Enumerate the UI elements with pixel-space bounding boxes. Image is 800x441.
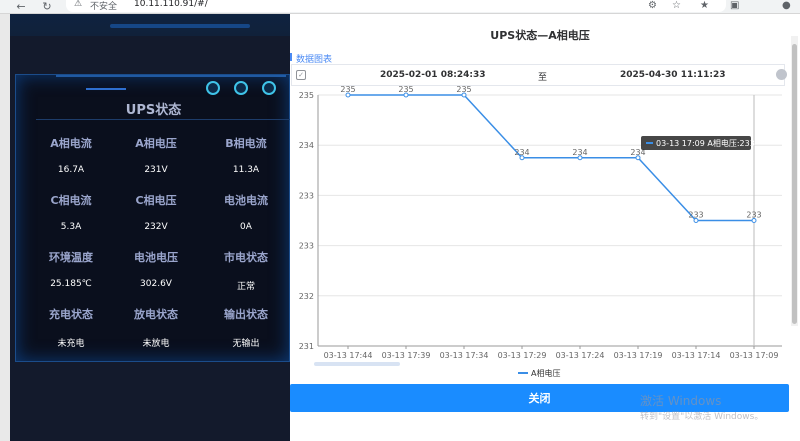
windows-watermark-hint: 转到"设置"以激活 Windows。: [640, 412, 764, 422]
data-label: 235: [456, 86, 471, 94]
url-text[interactable]: 10.11.110.91/#/: [134, 0, 208, 9]
line-chart[interactable]: 235 234 233 233 232 231 03-13 17:44 03-13 17:39…: [290, 86, 790, 382]
header-bar: [110, 24, 250, 28]
data-label: 235: [398, 86, 413, 94]
extension-icon[interactable]: ⚙: [648, 0, 657, 12]
bookmark-icon[interactable]: ☆: [672, 0, 681, 12]
label-env-temp: 环境温度: [49, 251, 93, 264]
browser-toolbar: ← ↻ ⚠ 不安全 10.11.110.91/#/ ⚙ ☆ ★ ▣ ●: [0, 0, 800, 14]
value-battery-current: 0A: [240, 222, 252, 232]
x-tick-label: 03-13 17:44: [324, 351, 373, 360]
label-output-status: 输出状态: [224, 308, 268, 321]
value-charge-status: 未充电: [57, 339, 85, 349]
legend-label: A相电压: [531, 368, 560, 378]
favorites-icon[interactable]: ★: [700, 0, 709, 12]
zoom-slider: [314, 362, 400, 366]
label-a-phase-current: A相电流: [50, 137, 92, 150]
ups-status-panel: UPS状态 A相电流 16.7A A相电压 231V B相电流 11.3A C相…: [15, 74, 296, 362]
value-a-phase-current: 16.7A: [57, 165, 85, 175]
chart-dialog: UPS状态—A相电压 数据图表 ✓ 2025-02-01 08:24:33 至 …: [290, 14, 800, 441]
label-mains-status: 市电状态: [224, 251, 268, 264]
header-decoration: [10, 14, 290, 36]
y-tick-label: 233: [299, 242, 314, 251]
date-start[interactable]: 2025-02-01 08:24:33: [380, 70, 485, 80]
x-tick-label: 03-13 17:14: [672, 351, 721, 360]
windows-watermark-title: 激活 Windows: [640, 394, 722, 408]
back-icon[interactable]: ←: [14, 0, 28, 14]
address-bar[interactable]: ⚠ 不安全 10.11.110.91/#/: [66, 0, 726, 12]
clear-icon[interactable]: [776, 69, 787, 80]
x-tick-label: 03-13 17:29: [498, 351, 547, 360]
calendar-icon[interactable]: ✓: [296, 70, 306, 80]
value-b-phase-current: 11.3A: [232, 165, 260, 175]
security-label: 不安全: [90, 2, 118, 12]
y-tick-label: 235: [299, 91, 314, 100]
y-tick-label: 234: [299, 141, 314, 150]
profile-icon[interactable]: ●: [782, 0, 791, 12]
value-c-phase-current: 5.3A: [60, 222, 82, 232]
deco-line: [86, 88, 126, 90]
label-battery-current: 电池电流: [224, 194, 268, 207]
data-label: 234: [572, 148, 587, 157]
value-c-phase-voltage: 232V: [144, 222, 168, 232]
x-tick-label: 03-13 17:34: [440, 351, 489, 360]
y-tick-label: 231: [299, 342, 314, 351]
data-label: 235: [340, 86, 355, 94]
date-end[interactable]: 2025-04-30 11:11:23: [620, 70, 725, 80]
label-c-phase-current: C相电流: [50, 194, 92, 207]
panel-title: UPS状态: [125, 103, 182, 118]
label-a-phase-voltage[interactable]: A相电压: [111, 135, 201, 151]
reload-icon[interactable]: ↻: [40, 0, 54, 14]
label-c-phase-voltage: C相电压: [135, 194, 177, 207]
label-b-phase-current: B相电流: [225, 137, 267, 150]
value-output-status: 无输出: [232, 339, 260, 349]
date-range-picker[interactable]: ✓ 2025-02-01 08:24:33 至 2025-04-30 11:11…: [291, 64, 787, 86]
deco-circle-icon: [262, 81, 276, 95]
label-battery-voltage: 电池电压: [134, 251, 178, 264]
x-tick-label: 03-13 17:09: [730, 351, 779, 360]
y-tick-label: 233: [299, 191, 314, 200]
value-mains-status: 正常: [236, 282, 255, 292]
tab-indicator: [290, 53, 292, 61]
value-env-temp: 25.185℃: [50, 279, 92, 289]
data-label: 234: [514, 148, 529, 157]
collections-icon[interactable]: ▣: [730, 0, 739, 12]
y-tick-label: 232: [299, 292, 314, 301]
deco-circle-icon: [234, 81, 248, 95]
x-tick-label: 03-13 17:39: [382, 351, 431, 360]
x-tick-label: 03-13 17:19: [614, 351, 663, 360]
page-edge-strip: [0, 14, 10, 441]
x-tick-label: 03-13 17:24: [556, 351, 605, 360]
tooltip-marker: [646, 142, 653, 144]
data-label: 233: [688, 211, 703, 220]
title-divider: [36, 119, 296, 120]
warning-icon: ⚠: [74, 0, 83, 9]
value-battery-voltage: 302.6V: [140, 279, 172, 289]
label-discharge-status: 放电状态: [134, 308, 178, 321]
series-line: [348, 94, 754, 222]
value-discharge-status: 未放电: [142, 339, 170, 349]
scrollbar-thumb[interactable]: [792, 44, 797, 324]
label-charge-status: 充电状态: [49, 308, 93, 321]
value-a-phase-voltage[interactable]: 231V: [111, 165, 201, 175]
tooltip-text: 03-13 17:09 A相电压:233: [656, 138, 755, 148]
deco-circle-icon: [206, 81, 220, 95]
dialog-title: UPS状态—A相电压: [490, 29, 590, 42]
data-label: 233: [746, 211, 761, 220]
date-separator: 至: [538, 73, 548, 83]
legend-swatch: [518, 372, 528, 374]
